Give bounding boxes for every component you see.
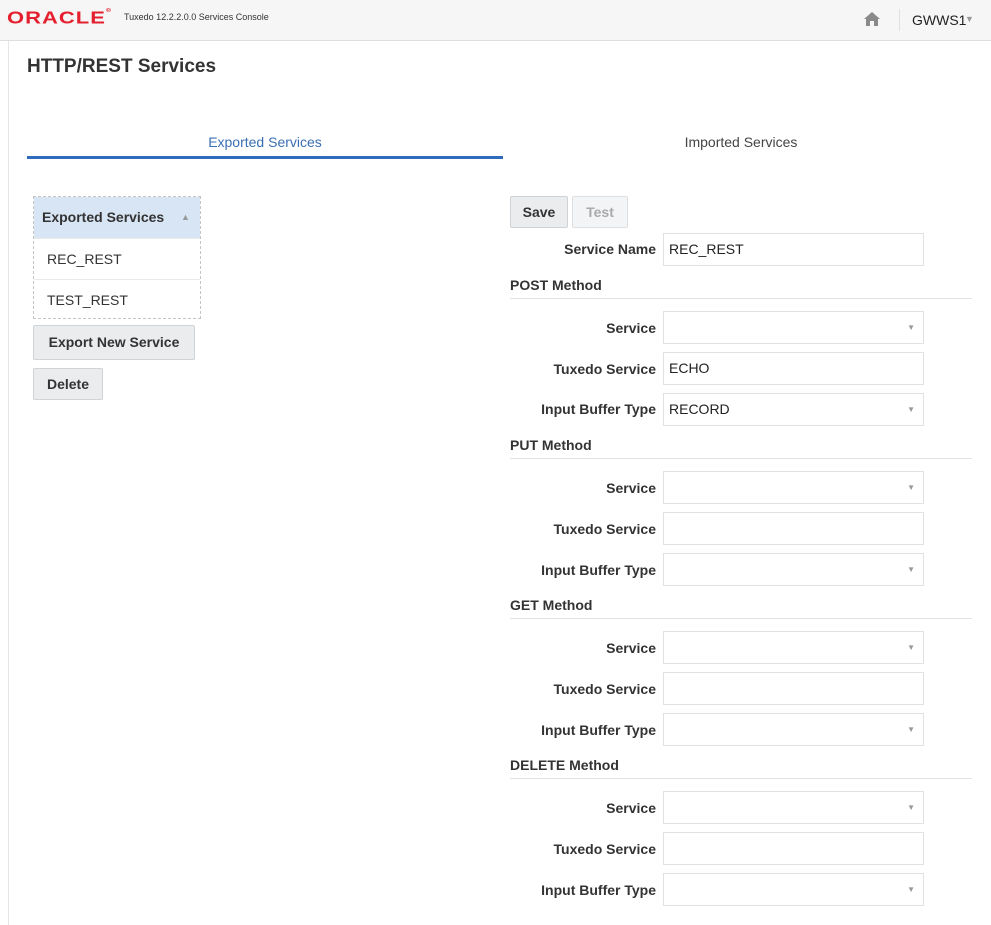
post-buffer-type-label: Input Buffer Type bbox=[541, 401, 656, 417]
app-title: Tuxedo 12.2.2.0.0 Services Console bbox=[124, 12, 269, 22]
chevron-down-icon: ▼ bbox=[907, 565, 915, 574]
tab-imported-services[interactable]: Imported Services bbox=[503, 134, 979, 150]
put-buffer-type-label: Input Buffer Type bbox=[541, 562, 656, 578]
page-title: HTTP/REST Services bbox=[27, 56, 217, 77]
get-buffer-type-select[interactable]: ▼ bbox=[663, 713, 924, 746]
delete-button[interactable]: Delete bbox=[33, 368, 103, 400]
oracle-logo: ORACLE® bbox=[7, 8, 113, 28]
export-new-service-button[interactable]: Export New Service bbox=[33, 325, 195, 360]
divider bbox=[8, 41, 9, 925]
get-service-label: Service bbox=[606, 640, 656, 656]
get-tuxedo-service-input[interactable] bbox=[663, 672, 924, 705]
exported-services-list: Exported Services ▲ REC_REST TEST_REST bbox=[33, 196, 201, 319]
divider bbox=[510, 298, 972, 299]
put-tuxedo-service-input[interactable] bbox=[663, 512, 924, 545]
save-button[interactable]: Save bbox=[510, 196, 568, 228]
divider bbox=[899, 9, 900, 31]
delete-buffer-type-select[interactable]: ▼ bbox=[663, 873, 924, 906]
post-service-label: Service bbox=[606, 320, 656, 336]
test-button[interactable]: Test bbox=[572, 196, 628, 228]
put-tuxedo-service-label: Tuxedo Service bbox=[553, 521, 656, 537]
divider bbox=[510, 618, 972, 619]
top-bar: ORACLE® Tuxedo 12.2.2.0.0 Services Conso… bbox=[0, 0, 991, 41]
chevron-down-icon: ▼ bbox=[907, 323, 915, 332]
delete-service-label: Service bbox=[606, 800, 656, 816]
put-service-label: Service bbox=[606, 480, 656, 496]
get-buffer-type-label: Input Buffer Type bbox=[541, 722, 656, 738]
list-item[interactable]: TEST_REST bbox=[34, 279, 200, 320]
chevron-down-icon: ▼ bbox=[907, 803, 915, 812]
post-tuxedo-service-input[interactable]: ECHO bbox=[663, 352, 924, 385]
put-buffer-type-select[interactable]: ▼ bbox=[663, 553, 924, 586]
chevron-down-icon[interactable]: ▼ bbox=[965, 14, 974, 24]
list-item[interactable]: REC_REST bbox=[34, 238, 200, 279]
delete-tuxedo-service-label: Tuxedo Service bbox=[553, 841, 656, 857]
get-method-heading: GET Method bbox=[510, 597, 593, 613]
service-name-label: Service Name bbox=[564, 241, 656, 257]
chevron-down-icon: ▼ bbox=[907, 405, 915, 414]
chevron-down-icon: ▼ bbox=[907, 725, 915, 734]
delete-tuxedo-service-input[interactable] bbox=[663, 832, 924, 865]
chevron-down-icon: ▼ bbox=[907, 885, 915, 894]
list-header[interactable]: Exported Services ▲ bbox=[34, 197, 200, 238]
post-tuxedo-service-label: Tuxedo Service bbox=[553, 361, 656, 377]
divider bbox=[510, 458, 972, 459]
get-service-select[interactable]: ▼ bbox=[663, 631, 924, 664]
put-method-heading: PUT Method bbox=[510, 437, 592, 453]
post-buffer-type-select[interactable]: RECORD ▼ bbox=[663, 393, 924, 426]
service-name-input[interactable]: REC_REST bbox=[663, 233, 924, 266]
sort-ascending-icon[interactable]: ▲ bbox=[181, 197, 190, 238]
chevron-down-icon: ▼ bbox=[907, 643, 915, 652]
home-icon[interactable] bbox=[863, 11, 881, 27]
tab-exported-services[interactable]: Exported Services bbox=[27, 134, 503, 150]
delete-buffer-type-label: Input Buffer Type bbox=[541, 882, 656, 898]
user-menu[interactable]: GWWS1 bbox=[912, 12, 966, 28]
delete-service-select[interactable]: ▼ bbox=[663, 791, 924, 824]
post-method-heading: POST Method bbox=[510, 277, 602, 293]
chevron-down-icon: ▼ bbox=[907, 483, 915, 492]
get-tuxedo-service-label: Tuxedo Service bbox=[553, 681, 656, 697]
active-tab-indicator bbox=[27, 156, 503, 159]
put-service-select[interactable]: ▼ bbox=[663, 471, 924, 504]
delete-method-heading: DELETE Method bbox=[510, 757, 619, 773]
divider bbox=[510, 778, 972, 779]
post-service-select[interactable]: ▼ bbox=[663, 311, 924, 344]
